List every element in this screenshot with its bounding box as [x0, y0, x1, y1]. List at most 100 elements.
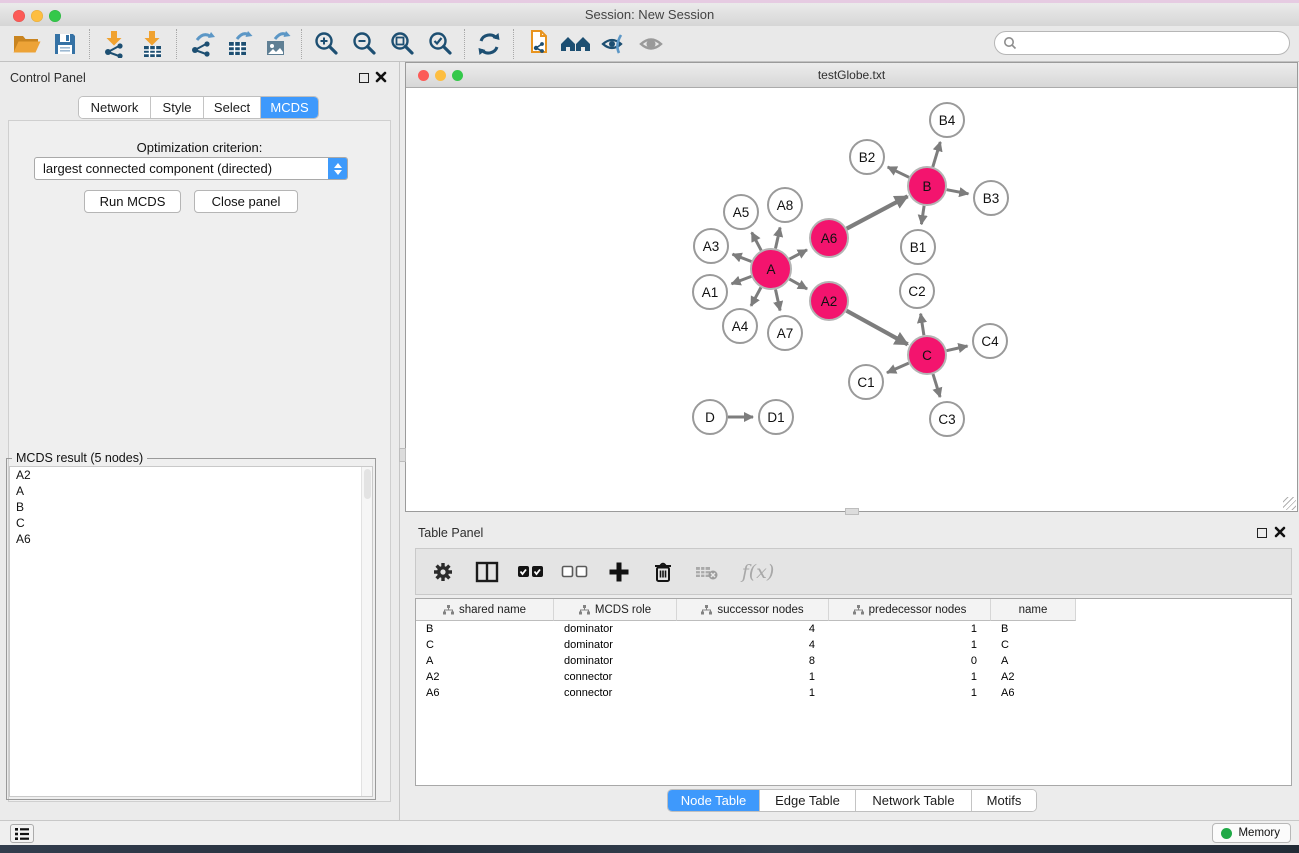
window-resize-grip[interactable] [1283, 497, 1296, 510]
graph-edge-A-A2[interactable] [789, 279, 807, 289]
graph-edge-A-A6[interactable] [790, 250, 808, 259]
table-cell[interactable]: C [991, 637, 1076, 653]
graph-node-A6[interactable]: A6 [810, 219, 848, 257]
graph-node-C1[interactable]: C1 [849, 365, 883, 399]
graph-node-B1[interactable]: B1 [901, 230, 935, 264]
table-cell[interactable]: 0 [829, 653, 991, 669]
close-panel-icon[interactable] [375, 70, 387, 84]
graph-node-D[interactable]: D [693, 400, 727, 434]
graph-node-B3[interactable]: B3 [974, 181, 1008, 215]
function-builder-button[interactable]: f(x) [736, 557, 780, 587]
tab-network[interactable]: Network [79, 97, 151, 118]
unselect-all-columns-button[interactable] [560, 557, 590, 587]
import-network-button[interactable] [95, 28, 133, 60]
graph-edge-B-B2[interactable] [888, 167, 909, 177]
refresh-layout-button[interactable] [470, 28, 508, 60]
table-cell[interactable]: A2 [416, 669, 554, 685]
delete-columns-button[interactable] [648, 557, 678, 587]
delete-table-button[interactable] [692, 557, 722, 587]
graph-node-A5[interactable]: A5 [724, 195, 758, 229]
graph-node-D1[interactable]: D1 [759, 400, 793, 434]
close-panel-button[interactable]: Close panel [194, 190, 298, 213]
column-header-shared-name[interactable]: shared name [416, 599, 554, 621]
graph-edge-B-B4[interactable] [933, 142, 941, 167]
show-graphics-details-button[interactable] [633, 28, 671, 60]
result-list-item[interactable]: C [10, 515, 372, 531]
graph-edge-B-B1[interactable] [921, 206, 924, 224]
memory-button[interactable]: Memory [1212, 823, 1291, 843]
graph-edge-A-A7[interactable] [776, 290, 781, 311]
table-cell[interactable]: 1 [829, 685, 991, 701]
table-tab-network-table[interactable]: Network Table [856, 790, 972, 811]
zoom-in-button[interactable] [307, 28, 345, 60]
graph-edge-A-A5[interactable] [752, 232, 762, 250]
split-columns-button[interactable] [472, 557, 502, 587]
export-network-button[interactable] [182, 28, 220, 60]
export-image-button[interactable] [258, 28, 296, 60]
scrollbar-thumb[interactable] [364, 469, 371, 499]
reset-view-button[interactable] [557, 28, 595, 60]
add-column-button[interactable] [604, 557, 634, 587]
open-session-button[interactable] [8, 28, 46, 60]
zoom-out-button[interactable] [345, 28, 383, 60]
graph-edge-C-C2[interactable] [921, 314, 924, 336]
table-cell[interactable]: A [991, 653, 1076, 669]
column-header-predecessor-nodes[interactable]: predecessor nodes [829, 599, 991, 621]
table-tab-motifs[interactable]: Motifs [972, 790, 1036, 811]
table-cell[interactable]: 1 [829, 637, 991, 653]
export-table-button[interactable] [220, 28, 258, 60]
search-input[interactable] [1022, 34, 1289, 52]
column-header-MCDS-role[interactable]: MCDS role [554, 599, 677, 621]
result-list-item[interactable]: A6 [10, 531, 372, 547]
table-settings-button[interactable] [428, 557, 458, 587]
graph-edge-A-A8[interactable] [776, 228, 781, 249]
graph-node-A3[interactable]: A3 [694, 229, 728, 263]
table-row[interactable]: A2connector11A2 [416, 669, 1291, 685]
graph-edge-B-B3[interactable] [947, 190, 969, 194]
graph-edge-A-A3[interactable] [733, 254, 752, 261]
result-list-item[interactable]: A2 [10, 467, 372, 483]
table-cell[interactable]: 1 [677, 669, 829, 685]
run-mcds-button[interactable]: Run MCDS [84, 190, 181, 213]
table-row[interactable]: Cdominator41C [416, 637, 1291, 653]
table-row[interactable]: Adominator80A [416, 653, 1291, 669]
table-cell[interactable]: 4 [677, 637, 829, 653]
table-cell[interactable]: dominator [554, 653, 677, 669]
table-row[interactable]: Bdominator41B [416, 621, 1291, 637]
graph-edge-A2-C[interactable] [847, 311, 908, 345]
table-cell[interactable]: dominator [554, 637, 677, 653]
graph-edge-A-A1[interactable] [732, 276, 752, 284]
graph-edge-C-C1[interactable] [887, 363, 909, 373]
graph-edge-C-C4[interactable] [947, 346, 968, 351]
table-cell[interactable]: C [416, 637, 554, 653]
graph-node-A2[interactable]: A2 [810, 282, 848, 320]
network-from-selection-button[interactable] [519, 28, 557, 60]
table-cell[interactable]: A [416, 653, 554, 669]
result-list-item[interactable]: A [10, 483, 372, 499]
network-window-titlebar[interactable]: testGlobe.txt [406, 63, 1297, 88]
graph-node-C4[interactable]: C4 [973, 324, 1007, 358]
graph-edge-A6-B[interactable] [847, 196, 908, 228]
criterion-dropdown[interactable]: largest connected component (directed) [34, 157, 348, 180]
result-list-scrollbar[interactable] [361, 467, 372, 796]
graph-node-C[interactable]: C [908, 336, 946, 374]
table-cell[interactable]: connector [554, 685, 677, 701]
close-table-panel-icon[interactable] [1274, 525, 1286, 539]
column-header-name[interactable]: name [991, 599, 1076, 621]
tab-mcds[interactable]: MCDS [261, 97, 318, 118]
import-table-button[interactable] [133, 28, 171, 60]
table-tab-node-table[interactable]: Node Table [668, 790, 760, 811]
table-cell[interactable]: 1 [829, 621, 991, 637]
tab-style[interactable]: Style [151, 97, 204, 118]
select-all-columns-button[interactable] [516, 557, 546, 587]
task-history-button[interactable] [10, 824, 34, 843]
vertical-split-handle[interactable] [399, 448, 406, 462]
graph-node-B4[interactable]: B4 [930, 103, 964, 137]
table-tab-edge-table[interactable]: Edge Table [760, 790, 856, 811]
save-session-button[interactable] [46, 28, 84, 60]
table-cell[interactable]: connector [554, 669, 677, 685]
hide-graphics-details-button[interactable] [595, 28, 633, 60]
zoom-selected-button[interactable] [421, 28, 459, 60]
graph-node-A4[interactable]: A4 [723, 309, 757, 343]
graph-node-C3[interactable]: C3 [930, 402, 964, 436]
